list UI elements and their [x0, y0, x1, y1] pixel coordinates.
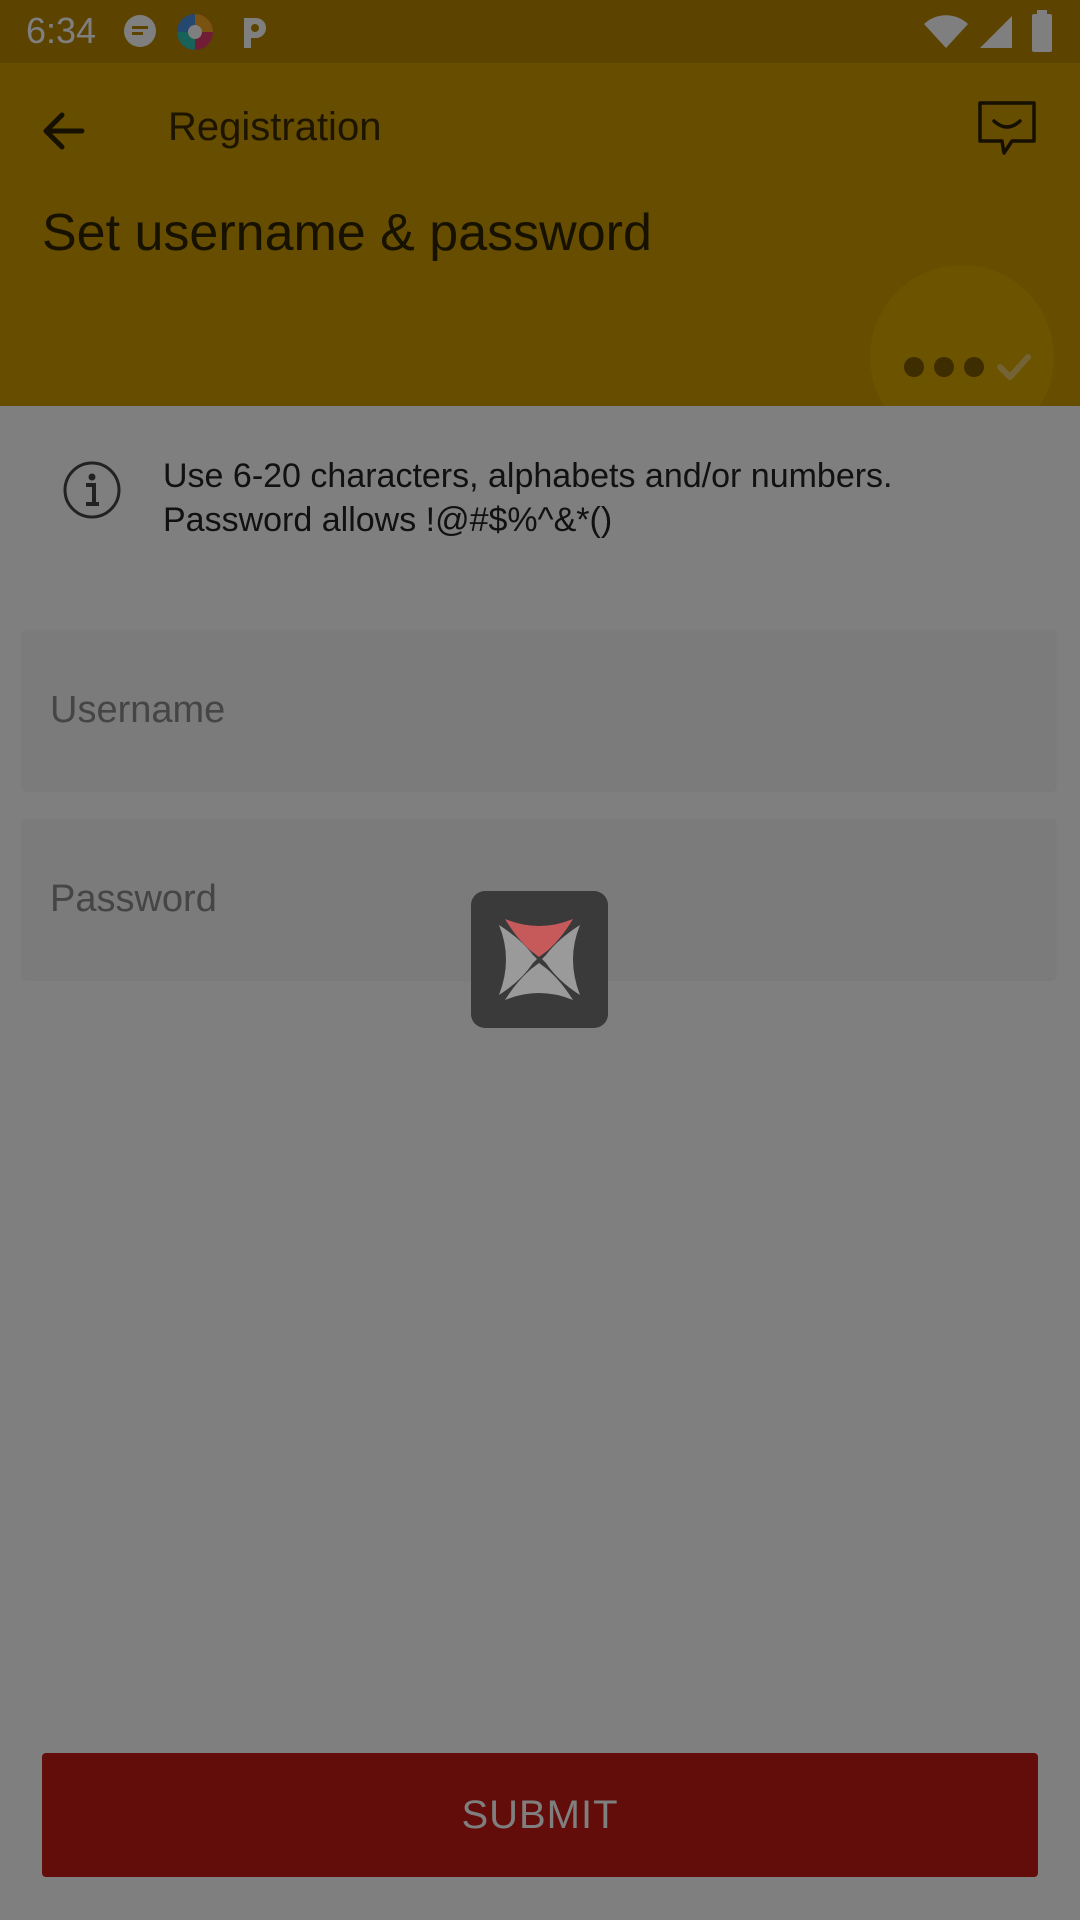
registration-screen: 6:34: [0, 0, 1080, 1920]
loading-spinner: [471, 891, 608, 1028]
loading-logo-icon: [499, 919, 580, 1000]
